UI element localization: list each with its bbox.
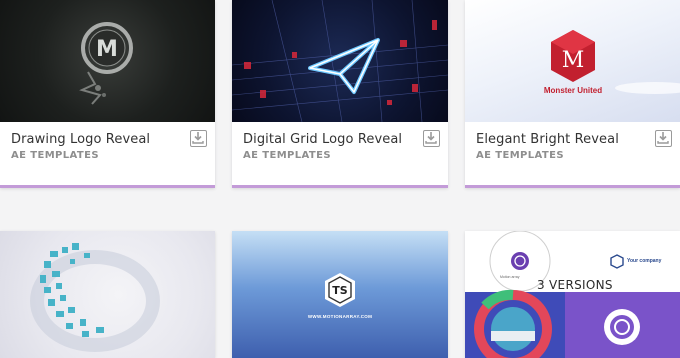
card-accent-bar	[465, 185, 680, 188]
thumbnail-three-versions[interactable]: Motion array Your company 3 VERSIONS	[465, 231, 680, 358]
thumb-initials: TS	[332, 284, 348, 297]
thumb-small-caption: Motion array	[500, 275, 520, 279]
download-icon[interactable]	[190, 130, 207, 147]
glass-pixel-logo-image	[30, 243, 160, 352]
paper-plane-image	[232, 0, 448, 122]
card-title[interactable]: Digital Grid Logo Reveal	[243, 132, 402, 147]
template-card-4[interactable]	[0, 231, 215, 358]
thumbnail-digital-grid-logo-reveal[interactable]	[232, 0, 448, 122]
thumb-company-label: Your company	[627, 258, 662, 264]
thumbnail-drawing-logo-reveal[interactable]: M	[0, 0, 215, 122]
card-category[interactable]: AE TEMPLATES	[11, 150, 99, 161]
download-icon[interactable]	[655, 130, 672, 147]
card-accent-bar	[0, 185, 215, 188]
versions-label: 3 VERSIONS	[537, 278, 613, 292]
card-title[interactable]: Elegant Bright Reveal	[476, 132, 619, 147]
card-accent-bar	[232, 185, 448, 188]
template-card-5[interactable]: TS WWW.MOTIONARRAY.COM	[232, 231, 448, 358]
template-card-drawing-logo-reveal[interactable]: M Drawing Logo Reveal AE TEMPLATES	[0, 0, 215, 188]
card-title[interactable]: Drawing Logo Reveal	[11, 132, 150, 147]
cube-logo-image: M Monster United	[544, 30, 680, 95]
thumbnail-glass-logo[interactable]	[0, 231, 215, 358]
thumbnail-ts-logo[interactable]: TS WWW.MOTIONARRAY.COM	[232, 231, 448, 358]
thumb1-letter: M	[96, 37, 118, 62]
logo-emblem-image: M	[79, 22, 133, 105]
thumb-url: WWW.MOTIONARRAY.COM	[307, 314, 373, 319]
three-versions-image	[465, 231, 680, 358]
thumb3-brand: Monster United	[544, 86, 602, 95]
thumb3-letter: M	[562, 48, 585, 73]
template-card-elegant-bright-reveal[interactable]: M Monster United Elegant Bright Reveal A…	[465, 0, 680, 188]
card-category[interactable]: AE TEMPLATES	[476, 150, 564, 161]
template-card-digital-grid-logo-reveal[interactable]: Digital Grid Logo Reveal AE TEMPLATES	[232, 0, 448, 188]
card-category[interactable]: AE TEMPLATES	[243, 150, 331, 161]
download-icon[interactable]	[423, 130, 440, 147]
thumbnail-elegant-bright-reveal[interactable]: M Monster United	[465, 0, 680, 122]
template-card-6[interactable]: Motion array Your company 3 VERSIONS	[465, 231, 680, 358]
